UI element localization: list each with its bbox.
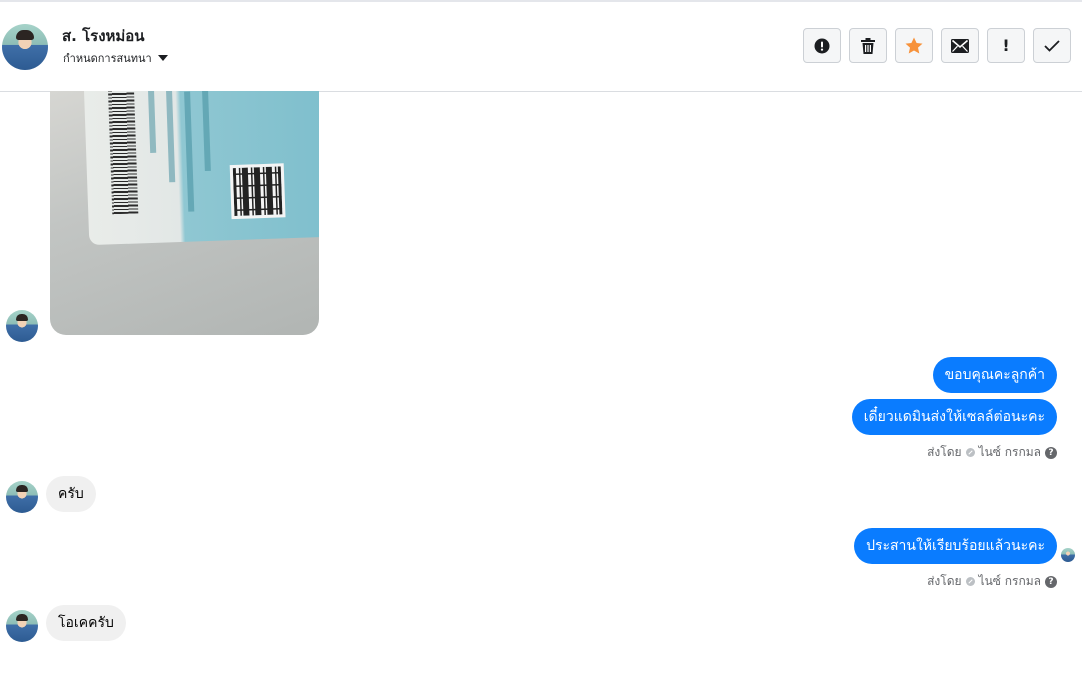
sent-by-agent: ไนซ์ กรกมล [978, 574, 1041, 588]
sender-avatar[interactable] [6, 610, 38, 642]
qr-code [229, 163, 286, 220]
id-card-photo [82, 91, 319, 246]
mark-unread-button[interactable] [941, 28, 979, 63]
delete-button[interactable] [849, 28, 887, 63]
verified-dot-icon [965, 448, 975, 457]
incoming-message[interactable]: ครับ [46, 476, 96, 512]
envelope-icon [951, 38, 969, 53]
sender-avatar[interactable] [6, 310, 38, 342]
help-icon[interactable]: ? [1045, 446, 1057, 459]
verified-dot-icon [965, 577, 975, 586]
sent-by-info: ส่งโดย ไนซ์ กรกมล ? [927, 443, 1057, 462]
contact-avatar[interactable] [2, 24, 48, 70]
star-icon [905, 37, 923, 54]
conversation-header: ส. โรงหม่อน กำหนดการสนทนา ! [0, 2, 1082, 92]
outgoing-message[interactable]: ประสานให้เรียบร้อยแล้วนะคะ [854, 528, 1057, 564]
sent-by-prefix: ส่งโดย [927, 574, 962, 588]
alert-circle-icon [814, 38, 830, 53]
help-icon[interactable]: ? [1045, 575, 1057, 588]
exclamation-icon: ! [1002, 36, 1010, 55]
sender-avatar[interactable] [6, 481, 38, 513]
image-attachment[interactable] [50, 91, 319, 335]
seen-receipt-avatar [1061, 548, 1075, 562]
spam-button[interactable] [803, 28, 841, 63]
outgoing-message[interactable]: ขอบคุณคะลูกค้า [932, 357, 1057, 393]
star-button[interactable] [895, 28, 933, 63]
trash-icon [861, 37, 875, 54]
barcode [107, 91, 139, 215]
mark-done-button[interactable] [1033, 28, 1071, 63]
card-text-line [201, 91, 211, 172]
caret-down-icon [157, 55, 168, 61]
check-icon [1044, 39, 1060, 52]
card-text-line [184, 91, 195, 212]
outgoing-message[interactable]: เดี๋ยวแดมินส่งให้เซลล์ต่อนะคะ [851, 399, 1057, 435]
card-text-line [147, 91, 157, 153]
contact-name[interactable]: ส. โรงหม่อน [62, 24, 145, 48]
assign-conversation-label: กำหนดการสนทนา [63, 52, 152, 65]
card-text-line [165, 91, 176, 183]
follow-up-button[interactable]: ! [987, 28, 1025, 63]
sent-by-info: ส่งโดย ไนซ์ กรกมล ? [927, 572, 1057, 591]
conversation-toolbar: ! [803, 28, 1071, 63]
sent-by-agent: ไนซ์ กรกมล [978, 445, 1041, 459]
assign-conversation-dropdown[interactable]: กำหนดการสนทนา [63, 49, 168, 67]
sent-by-prefix: ส่งโดย [927, 445, 962, 459]
incoming-message[interactable]: โอเคครับ [46, 605, 126, 641]
